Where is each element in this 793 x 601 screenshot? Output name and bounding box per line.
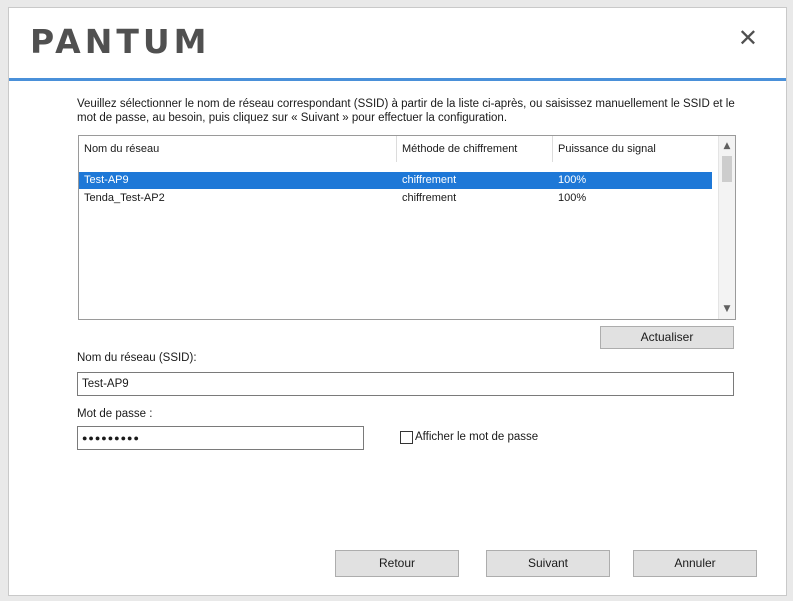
network-ssid: Tenda_Test-AP2 (84, 192, 165, 204)
cancel-button[interactable]: Annuler (633, 550, 757, 577)
network-list[interactable]: Nom du réseau Méthode de chiffrement Pui… (78, 135, 736, 320)
pantum-logo: PANTUM (30, 22, 211, 61)
network-list-header: Nom du réseau Méthode de chiffrement Pui… (79, 136, 712, 162)
network-row[interactable]: Tenda_Test-AP2 chiffrement 100% (79, 190, 712, 207)
network-signal: 100% (558, 192, 587, 204)
wifi-setup-dialog: PANTUM ✕ Veuillez sélectionner le nom de… (8, 7, 787, 596)
refresh-button[interactable]: Actualiser (600, 326, 734, 349)
column-header-encryption[interactable]: Méthode de chiffrement (397, 136, 553, 162)
back-button[interactable]: Retour (335, 550, 459, 577)
show-password-checkbox[interactable] (400, 431, 413, 444)
scroll-up-icon[interactable]: ▲ (719, 138, 735, 154)
column-header-network-name[interactable]: Nom du réseau (79, 136, 397, 162)
ssid-input[interactable]: Test-AP9 (77, 372, 734, 396)
dialog-header: PANTUM ✕ (9, 8, 786, 81)
network-ssid: Test-AP9 (84, 174, 129, 186)
network-encryption: chiffrement (402, 192, 457, 204)
ssid-label: Nom du réseau (SSID): (77, 352, 197, 364)
network-signal: 100% (558, 174, 587, 186)
network-row[interactable]: Test-AP9 chiffrement 100% (79, 172, 712, 189)
vertical-scrollbar[interactable]: ▲ ▼ (718, 136, 735, 319)
instructions-text: Veuillez sélectionner le nom de réseau c… (77, 98, 735, 124)
column-header-signal[interactable]: Puissance du signal (553, 136, 712, 162)
password-label: Mot de passe : (77, 408, 153, 420)
scroll-down-icon[interactable]: ▼ (719, 301, 735, 317)
scrollbar-thumb[interactable] (722, 156, 732, 182)
next-button[interactable]: Suivant (486, 550, 610, 577)
close-icon[interactable]: ✕ (738, 26, 758, 50)
show-password-label[interactable]: Afficher le mot de passe (415, 431, 538, 443)
network-encryption: chiffrement (402, 174, 457, 186)
password-input[interactable]: ●●●●●●●●● (77, 426, 364, 450)
